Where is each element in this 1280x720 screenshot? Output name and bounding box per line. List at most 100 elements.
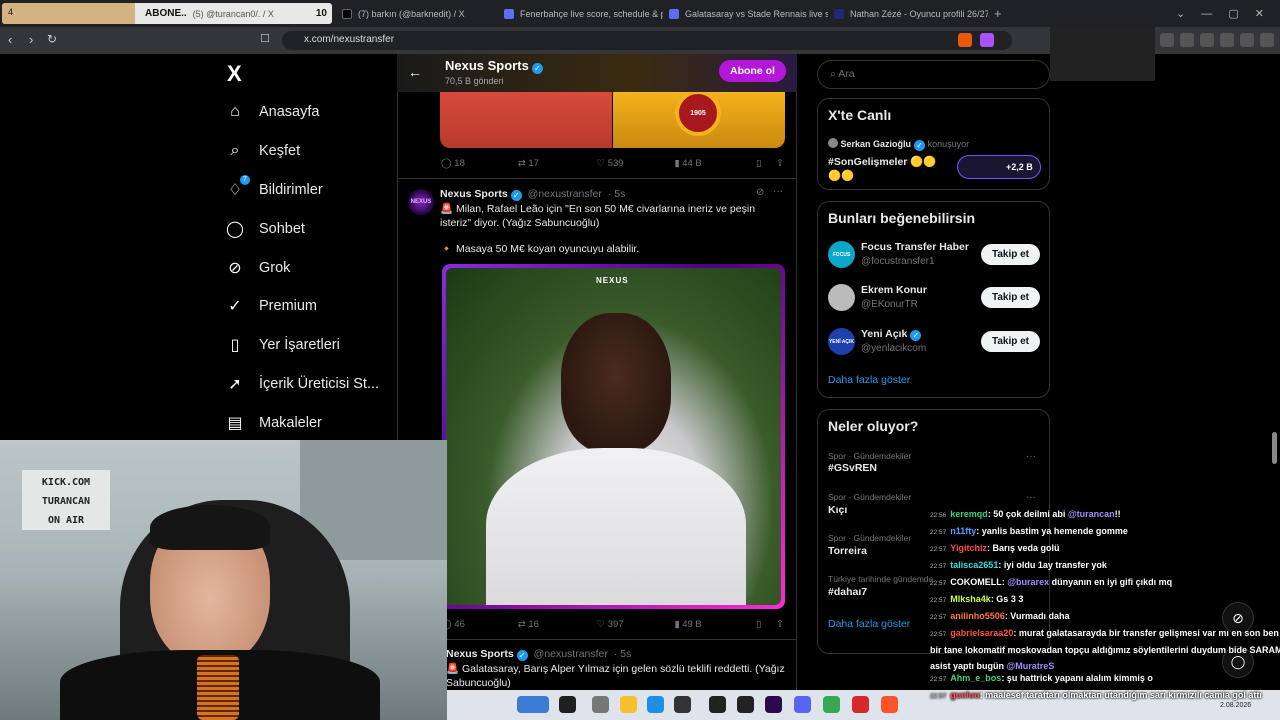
trend-name[interactable]: Torreira: [828, 545, 867, 557]
tweet-image-left[interactable]: [440, 92, 612, 148]
clock-date[interactable]: 2.08.2026: [1220, 702, 1251, 709]
trend-name[interactable]: #GSvREN: [828, 462, 877, 474]
share-button[interactable]: ⇪: [776, 619, 784, 630]
chat-mention[interactable]: @MuratreS: [1007, 661, 1055, 671]
menu-icon[interactable]: [1260, 33, 1274, 47]
follow-button[interactable]: Takip et: [980, 244, 1040, 265]
like-button[interactable]: ♡ 539: [597, 158, 675, 169]
browser-tab[interactable]: Galatasaray vs Stade Rennais live sco: [663, 3, 828, 24]
chat-mention[interactable]: @burarex: [1007, 577, 1049, 587]
chat-username[interactable]: Yigitchiz: [950, 543, 987, 553]
follow-suggestion[interactable]: Ekrem Konur @EKonurTR Takip et: [828, 284, 1040, 314]
app-icon[interactable]: [592, 696, 609, 713]
bookmark-page-icon[interactable]: ☐: [260, 32, 270, 45]
chat-username[interactable]: n11fty: [950, 526, 976, 536]
brave-shield-icon[interactable]: [958, 33, 972, 47]
tab-search-icon[interactable]: ⌄: [1176, 7, 1185, 20]
vpn-icon[interactable]: [1240, 33, 1254, 47]
minimize-icon[interactable]: —: [1201, 8, 1212, 20]
chat-username[interactable]: talisca2651: [950, 560, 998, 570]
search-input[interactable]: ⌕ Ara: [817, 60, 1050, 89]
chat-username[interactable]: COKOMELL: [950, 577, 1002, 587]
chat-username[interactable]: gucluu: [950, 690, 980, 700]
chat-username[interactable]: anilinho5506: [950, 611, 1005, 621]
reply-button[interactable]: ◯ 18: [441, 158, 518, 169]
tweet-time[interactable]: · 5s: [614, 648, 632, 660]
more-icon[interactable]: ···: [773, 186, 783, 197]
like-button[interactable]: ♡ 397: [597, 619, 675, 630]
close-icon[interactable]: ✕: [1255, 7, 1264, 20]
bookmark-button[interactable]: ▯: [756, 619, 776, 630]
chat-username[interactable]: Mlksha4k: [950, 594, 991, 604]
reply-button[interactable]: ◯ 46: [441, 619, 518, 630]
store-icon[interactable]: [674, 696, 691, 713]
tweet-handle[interactable]: @nexustransfer: [528, 188, 602, 200]
extension-icon[interactable]: [1160, 33, 1174, 47]
sidebar-item-explore[interactable]: ⌕ Keşfet: [225, 138, 301, 164]
share-button[interactable]: ⇪: [776, 158, 784, 169]
back-arrow-icon[interactable]: ←: [408, 64, 422, 80]
tweet-author[interactable]: Nexus Sports: [446, 648, 514, 660]
x-logo[interactable]: X: [227, 61, 242, 87]
listeners-pill[interactable]: +2,2 B: [957, 155, 1041, 179]
browser-tab-active[interactable]: 4 ABONE.. (5) @turancan0/. / X 10: [2, 3, 332, 24]
tweet-author[interactable]: Nexus Sports: [440, 188, 508, 200]
sidebar-item-notifications[interactable]: ♢ 7 Bildirimler: [225, 175, 323, 203]
sidebar-item-grok[interactable]: ⊘ Grok: [225, 255, 290, 281]
trend-name[interactable]: Kıçı: [828, 504, 847, 516]
leo-icon[interactable]: [1220, 33, 1234, 47]
back-icon[interactable]: ‹: [8, 32, 12, 47]
chat-username[interactable]: Ahm_e_bos: [950, 673, 1001, 683]
sidebar-item-home[interactable]: ⌂ Anasayfa: [225, 99, 319, 125]
capcut-icon[interactable]: [737, 696, 754, 713]
chat-username[interactable]: keremqd: [950, 509, 988, 519]
address-bar[interactable]: x.com/nexustransfer: [282, 31, 1012, 50]
show-more-link[interactable]: Daha fazla göster: [828, 618, 910, 630]
browser-tab[interactable]: Fenerbahçe live score, schedule & pl: [498, 3, 663, 24]
sidebar-item-premium[interactable]: ✓ Premium: [225, 293, 317, 319]
follow-suggestion[interactable]: YENİ AÇIK Yeni Açık ✓ @yenlacikcom Takip …: [828, 328, 1040, 358]
show-more-link[interactable]: Daha fazla göster: [828, 374, 910, 386]
views-button[interactable]: ▮ 44 B: [674, 158, 756, 169]
widgets-icon[interactable]: [517, 696, 549, 713]
more-icon[interactable]: ···: [1026, 451, 1036, 462]
avatar[interactable]: NEXUS: [408, 189, 434, 215]
more-icon[interactable]: ···: [1026, 492, 1036, 503]
follow-button[interactable]: Takip et: [980, 287, 1040, 308]
browser-tab[interactable]: Nathan Zézé - Oyuncu profili 26/27: [828, 3, 988, 24]
discord-icon[interactable]: [794, 696, 811, 713]
start-icon[interactable]: [559, 696, 576, 713]
tweet-media[interactable]: NEXUS: [442, 264, 785, 609]
views-button[interactable]: ▮ 49 B: [674, 619, 756, 630]
grok-explain-icon[interactable]: ⊘: [756, 187, 764, 198]
wallet-icon[interactable]: [1200, 33, 1214, 47]
app-icon[interactable]: [852, 696, 869, 713]
brave-rewards-icon[interactable]: [980, 33, 994, 47]
subscribe-button[interactable]: Abone ol: [719, 60, 786, 82]
maximize-icon[interactable]: ▢: [1228, 7, 1238, 20]
tweet-image-right[interactable]: 1905: [613, 92, 785, 148]
browser-tab[interactable]: (7) barkın (@barknedit) / X: [336, 3, 496, 24]
trend-name[interactable]: #dahaı7: [828, 586, 867, 598]
retweet-button[interactable]: ⇄ 17: [518, 158, 597, 169]
obs-icon[interactable]: [709, 696, 726, 713]
tweet-time[interactable]: · 5s: [608, 188, 626, 200]
file-explorer-icon[interactable]: [620, 696, 637, 713]
forward-icon[interactable]: ›: [29, 32, 33, 47]
chat-username[interactable]: gabrielsaraa20: [950, 628, 1013, 638]
follow-button[interactable]: Takip et: [980, 331, 1040, 352]
sidebar-item-bookmarks[interactable]: ▯ Yer İşaretleri: [225, 332, 340, 358]
brave-icon[interactable]: [881, 696, 898, 713]
premiere-icon[interactable]: [765, 696, 782, 713]
edge-icon[interactable]: [647, 696, 664, 713]
tweet-handle[interactable]: @nexustransfer: [534, 648, 608, 660]
retweet-button[interactable]: ⇄ 16: [518, 619, 597, 630]
sidebar-item-articles[interactable]: ▤ Makaleler: [225, 410, 321, 436]
chrome-icon[interactable]: [823, 696, 840, 713]
new-tab-button[interactable]: +: [988, 3, 1010, 24]
live-topic[interactable]: #SonGelişmeler 🟡🟡🟡🟡: [828, 155, 943, 183]
bookmark-button[interactable]: ▯: [756, 158, 776, 169]
reload-icon[interactable]: ↻: [47, 32, 57, 46]
sidebar-item-creator-studio[interactable]: ➚ İçerik Üreticisi St...: [225, 371, 379, 397]
scrollbar-thumb[interactable]: [1272, 432, 1277, 464]
